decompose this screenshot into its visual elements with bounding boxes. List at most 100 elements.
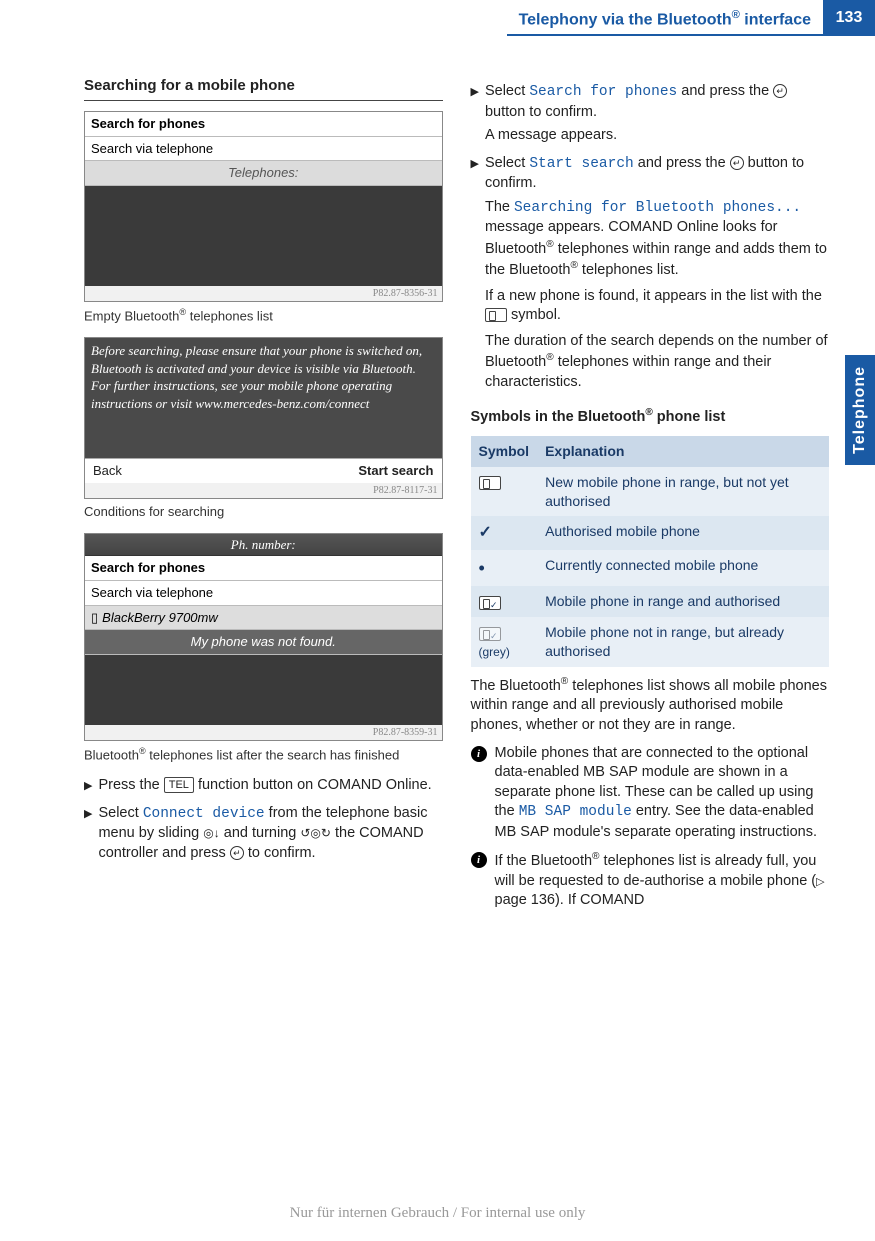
fig2-body: Before searching, please ensure that you… [85,338,442,458]
phone-mini-icon: ▯ [91,610,98,625]
caption1: Empty Bluetooth® telephones list [84,306,443,325]
confirm-icon: ↵ [730,156,744,170]
fig3-row3-label: BlackBerry 9700mw [102,610,218,625]
section-heading: Searching for a mobile phone [84,76,443,101]
s3c: button to confirm. [485,104,597,120]
s4d1: The [485,199,514,215]
figure-empty-list: Search for phones Search via telephone T… [84,111,443,302]
fig3-code: P82.87-8359-31 [85,725,442,741]
caption1-post: telephones list [186,309,273,324]
info-sap-module: i Mobile phones that are connected to th… [471,744,830,843]
header-title-post: interface [740,11,811,28]
confirm-icon: ↵ [773,84,787,98]
exp-cell: Mobile phone not in range, but already a… [537,617,829,667]
s4e: If a new phone is found, it appears in t… [485,287,829,326]
figure-conditions: Before searching, please ensure that you… [84,337,443,499]
step-start-search: ▶ Select Start search and press the ↵ bu… [471,154,830,393]
step4-body: Select Start search and press the ↵ butt… [485,154,829,393]
exp-cell: New mobile phone in range, but not yet a… [537,467,829,517]
caption1-pre: Empty Bluetooth [84,309,179,324]
step3-body: Select Search for phones and press the ↵… [485,82,829,146]
caption3: Bluetooth® telephones list after the sea… [84,745,443,764]
s3b: and press the [677,83,773,99]
sym-cell: (grey) [471,617,538,667]
header-title: Telephony via the Bluetooth® interface [507,0,823,36]
page-header: Telephony via the Bluetooth® interface 1… [0,0,875,36]
search-phones-term: Search for phones [529,84,677,100]
caption3-pre: Bluetooth [84,747,139,762]
sym-cell: ✓ [471,516,538,550]
table-header-row: Symbol Explanation [471,436,830,467]
step-connect-device: ▶ Select Connect device from the telepho… [84,804,443,864]
step1-a: Press the [98,777,163,793]
mb-sap-term: MB SAP module [519,804,632,820]
page-ref-icon: ▷ [816,876,824,888]
s4e1: If a new phone is found, it appears in t… [485,288,822,304]
table-row: New mobile phone in range, but not yet a… [471,467,830,517]
fig1-row-search: Search for phones [85,112,442,137]
fig2-back: Back [93,462,122,480]
i2a: If the Bluetooth [495,853,593,869]
info-list-full: i If the Bluetooth® telephones list is a… [471,850,830,911]
side-tab-label: Telephone [849,366,871,454]
fig2-code: P82.87-8117-31 [85,483,442,499]
step2-body: Select Connect device from the telephone… [98,804,442,864]
fig3-header: Ph. number: [85,534,442,557]
confirm-icon: ↵ [230,846,244,860]
step-search-phones: ▶ Select Search for phones and press the… [471,82,830,146]
s3a: Select [485,83,529,99]
header-title-pre: Telephony via the Bluetooth [519,11,732,28]
caption2: Conditions for searching [84,503,443,521]
table-row: (grey) Mobile phone not in range, but al… [471,617,830,667]
step2-e: to confirm. [244,845,316,861]
side-tab: Telephone [845,355,875,465]
step-arrow-icon: ▶ [84,776,92,796]
table-row: Mobile phone in range and authorised [471,586,830,617]
fig1-phones-label: Telephones: [85,161,442,186]
step-arrow-icon: ▶ [471,154,479,393]
fig3-row1: Search for phones [85,556,442,581]
fig2-bottom: Back Start search [85,458,442,483]
s4e2: symbol. [507,307,561,323]
content-area: Searching for a mobile phone Search for … [0,36,875,919]
symh-pre: Symbols in the Bluetooth [471,409,646,425]
s4f: The duration of the search depends on th… [485,332,829,393]
reg-mark: ® [732,9,740,21]
table-row: ✓ Authorised mobile phone [471,516,830,550]
para-list-shows: The Bluetooth® telephones list shows all… [471,675,830,736]
s4d: The Searching for Bluetooth phones... me… [485,198,829,281]
tel-key: TEL [164,777,194,793]
symbols-table: Symbol Explanation New mobile phone in r… [471,436,830,667]
info-icon: i [471,852,487,868]
sym-cell [471,586,538,617]
i2c: page 136). If COMAND [495,892,645,908]
page-number: 133 [823,0,875,36]
info1-body: Mobile phones that are connected to the … [495,744,830,843]
step1-body: Press the TEL function button on COMAND … [98,776,442,796]
caption3-post: telephones list after the search has fin… [146,747,400,762]
sym-cell: • [471,550,538,586]
start-search-term: Start search [529,156,633,172]
connect-device-term: Connect device [143,806,265,822]
footer-note: Nur für internen Gebrauch / For internal… [0,1203,875,1223]
searching-bt-term: Searching for Bluetooth phones... [514,200,801,216]
exp-cell: Authorised mobile phone [537,516,829,550]
step-arrow-icon: ▶ [84,804,92,864]
left-column: Searching for a mobile phone Search for … [84,76,443,919]
step2-c: and turning [220,825,301,841]
exp-cell: Mobile phone in range and authorised [537,586,829,617]
p1pre: The Bluetooth [471,678,561,694]
step-press-tel: ▶ Press the TEL function button on COMAN… [84,776,443,796]
th-symbol: Symbol [471,436,538,467]
s4b: and press the [634,155,730,171]
step1-b: function button on COMAND Online. [194,777,432,793]
fig2-start: Start search [358,462,433,480]
step2-a: Select [98,805,142,821]
th-explanation: Explanation [537,436,829,467]
phone-new-icon [479,476,501,490]
sym-cell [471,467,538,517]
step-arrow-icon: ▶ [471,82,479,146]
info2-body: If the Bluetooth® telephones list is alr… [495,850,830,911]
exp-cell: Currently connected mobile phone [537,550,829,586]
fig1-code: P82.87-8356-31 [85,286,442,302]
